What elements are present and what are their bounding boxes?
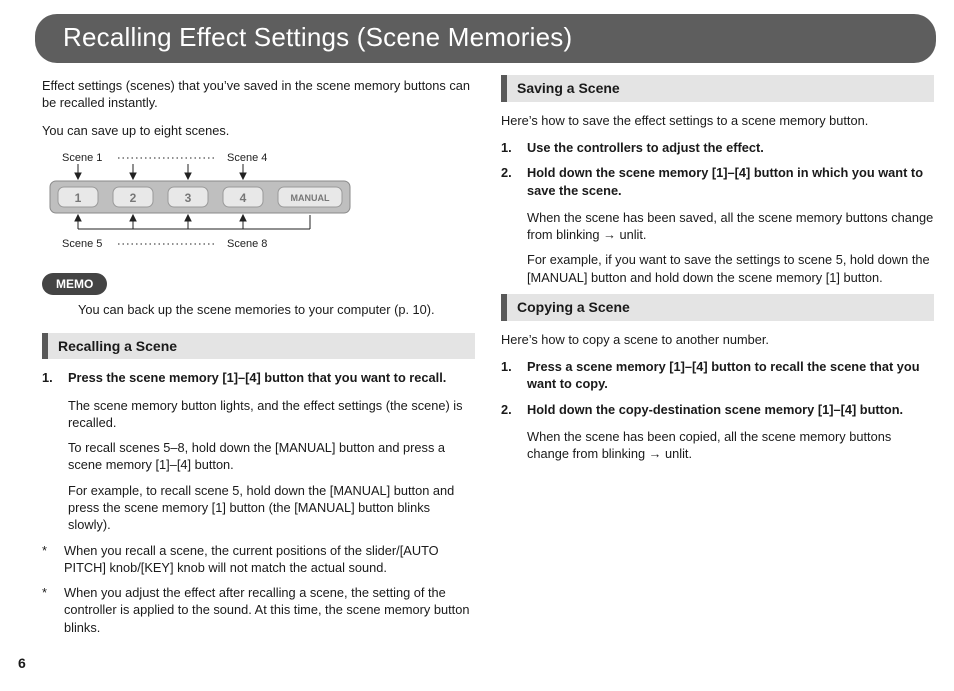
left-column: Effect settings (scenes) that you’ve sav… [42, 75, 475, 644]
recall-step-1-text: Press the scene memory [1]–[4] button th… [68, 369, 446, 386]
copy-steps: 1. Press a scene memory [1]–[4] button t… [501, 358, 934, 418]
page: Recalling Effect Settings (Scene Memorie… [0, 14, 954, 691]
asterisk-icon: * [42, 542, 54, 577]
diagram-btn-3: 3 [185, 191, 192, 205]
step-number: 2. [501, 401, 519, 418]
recall-step-1: 1. Press the scene memory [1]–[4] button… [42, 369, 475, 386]
save-sub-1: When the scene has been saved, all the s… [527, 209, 934, 244]
copy-step-2-text: Hold down the copy-destination scene mem… [527, 401, 903, 418]
page-title: Recalling Effect Settings (Scene Memorie… [35, 14, 936, 63]
memo-text: You can back up the scene memories to yo… [78, 301, 475, 318]
diagram-btn-1: 1 [75, 191, 82, 205]
save-step-2-text: Hold down the scene memory [1]–[4] butto… [527, 164, 934, 199]
save-step-2: 2. Hold down the scene memory [1]–[4] bu… [501, 164, 934, 199]
copy-sub-1: When the scene has been copied, all the … [527, 428, 934, 463]
recall-note-1: * When you recall a scene, the current p… [42, 542, 475, 577]
save-intro: Here’s how to save the effect settings t… [501, 112, 934, 129]
copy-step-2: 2. Hold down the copy-destination scene … [501, 401, 934, 418]
intro-text-2: You can save up to eight scenes. [42, 122, 475, 139]
step-number: 1. [501, 358, 519, 393]
asterisk-icon: * [42, 584, 54, 636]
recall-steps: 1. Press the scene memory [1]–[4] button… [42, 369, 475, 386]
save-sub-2: For example, if you want to save the set… [527, 251, 934, 286]
step-number: 2. [501, 164, 519, 199]
diagram-scene4-label: Scene 4 [227, 152, 267, 164]
recall-sub-1: The scene memory button lights, and the … [68, 397, 475, 432]
copy-step-1-text: Press a scene memory [1]–[4] button to r… [527, 358, 934, 393]
copying-scene-heading: Copying a Scene [501, 294, 934, 321]
diagram-btn-4: 4 [240, 191, 247, 205]
save-steps: 1. Use the controllers to adjust the eff… [501, 139, 934, 199]
memo-badge: MEMO [42, 273, 107, 295]
intro-text-1: Effect settings (scenes) that you’ve sav… [42, 77, 475, 112]
recall-note-2-text: When you adjust the effect after recalli… [64, 584, 475, 636]
recall-note-1-text: When you recall a scene, the current pos… [64, 542, 475, 577]
scene-diagram: Scene 1 Scene 4 1 [42, 149, 475, 263]
step-number: 1. [42, 369, 60, 386]
save-step-1: 1. Use the controllers to adjust the eff… [501, 139, 934, 156]
save-step-1-text: Use the controllers to adjust the effect… [527, 139, 764, 156]
recalling-scene-heading: Recalling a Scene [42, 333, 475, 360]
recall-sub-2: To recall scenes 5–8, hold down the [MAN… [68, 439, 475, 474]
recall-sub-3: For example, to recall scene 5, hold dow… [68, 482, 475, 534]
recall-notes: * When you recall a scene, the current p… [42, 542, 475, 636]
diagram-scene1-label: Scene 1 [62, 152, 102, 164]
saving-scene-heading: Saving a Scene [501, 75, 934, 102]
page-number: 6 [18, 655, 26, 671]
diagram-btn-manual: MANUAL [291, 193, 330, 203]
scene-diagram-svg: Scene 1 Scene 4 1 [42, 149, 372, 259]
right-column: Saving a Scene Here’s how to save the ef… [501, 75, 934, 644]
copy-step-1: 1. Press a scene memory [1]–[4] button t… [501, 358, 934, 393]
arrow-icon: → [649, 446, 662, 461]
diagram-scene5-label: Scene 5 [62, 238, 102, 250]
diagram-btn-2: 2 [130, 191, 137, 205]
arrow-icon: → [603, 227, 616, 242]
copy-intro: Here’s how to copy a scene to another nu… [501, 331, 934, 348]
content-columns: Effect settings (scenes) that you’ve sav… [0, 75, 954, 644]
recall-note-2: * When you adjust the effect after recal… [42, 584, 475, 636]
diagram-scene8-label: Scene 8 [227, 238, 267, 250]
step-number: 1. [501, 139, 519, 156]
